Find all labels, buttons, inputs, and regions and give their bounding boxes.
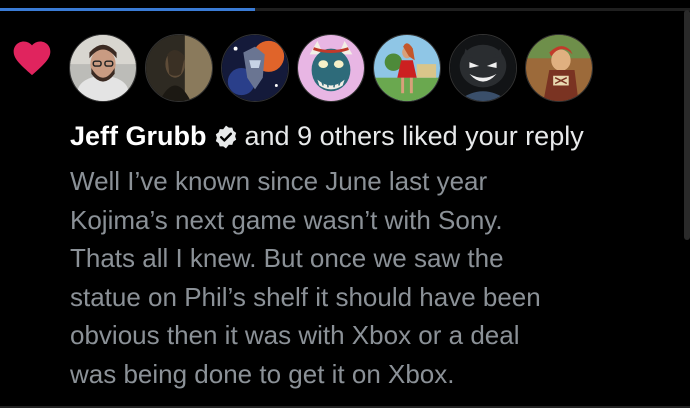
- scrollbar[interactable]: [684, 10, 690, 240]
- heart-icon: [10, 36, 54, 80]
- loading-progress-bar: [0, 8, 690, 11]
- reply-text-line: Thats all I knew. But once we saw the: [70, 243, 504, 273]
- reply-text-line: statue on Phil’s shelf it should have be…: [70, 281, 541, 312]
- loading-progress-fill: [0, 8, 256, 11]
- reply-text-line: was being done to get it on Xbox.: [70, 358, 455, 389]
- user-name-link[interactable]: Jeff Grubb: [70, 118, 207, 154]
- avatar-oni-mask[interactable]: [297, 34, 365, 102]
- reply-text-line: obvious then it was with Xbox or a deal: [70, 320, 520, 350]
- avatar-space-armor[interactable]: [221, 34, 289, 102]
- avatar-bearded-man-glasses[interactable]: [69, 34, 137, 102]
- liker-avatars: [69, 34, 593, 102]
- avatar-dark-figure[interactable]: [145, 34, 213, 102]
- reply-text[interactable]: Well I’ve known since June last year Koj…: [70, 162, 670, 393]
- like-action-text: and 9 others liked your reply: [244, 121, 584, 151]
- avatar-red-dress-woman[interactable]: [373, 34, 441, 102]
- reply-text-line: Well I’ve known since June last year: [70, 166, 488, 196]
- verified-badge-icon: [213, 123, 239, 149]
- avatar-comic-character[interactable]: [525, 34, 593, 102]
- avatar-grinning-shadow[interactable]: [449, 34, 517, 102]
- like-notification-headline: Jeff Grubb and 9 others liked your reply: [70, 118, 584, 154]
- reply-text-line: Kojima’s next game wasn’t with Sony.: [70, 204, 503, 235]
